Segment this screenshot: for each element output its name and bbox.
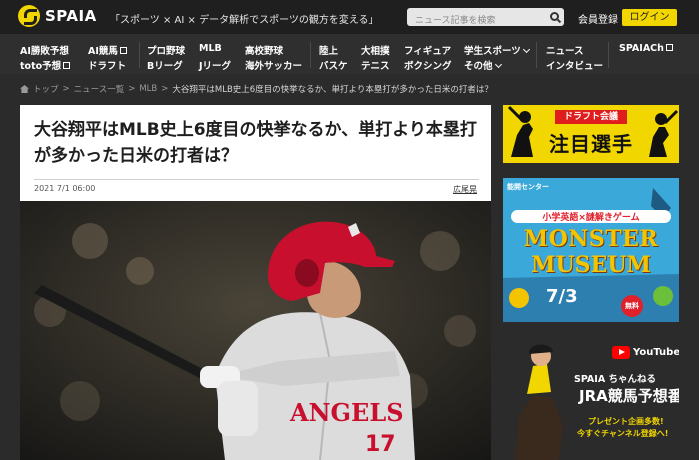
monster-museum-ad[interactable]: 能開センター 小学英語×謎解きゲーム MONSTER MUSEUM 7/3 無料 xyxy=(503,178,679,322)
nav-spaia-ch[interactable]: SPAIACh xyxy=(619,43,673,54)
baseball-player-illustration: ANGELS 17 xyxy=(20,201,491,460)
article-author[interactable]: 広尾晃 xyxy=(453,184,477,195)
search-input[interactable] xyxy=(407,12,547,30)
museum-title-line2: MUSEUM xyxy=(531,252,651,278)
nav-athletics[interactable]: 陸上 xyxy=(319,43,338,57)
nav-figure[interactable]: フィギュア xyxy=(404,43,451,57)
article-title: 大谷翔平はMLB史上6度目の快挙なるか、単打より本塁打が多かった日米の打者は？ xyxy=(34,120,477,166)
nav-high-school[interactable]: 高校野球 xyxy=(245,43,283,57)
youtube-icon xyxy=(612,346,630,359)
article-date: 2021 7/1 06:00 xyxy=(34,184,96,193)
nav-tennis[interactable]: テニス xyxy=(361,58,390,72)
nav-ai-prediction[interactable]: AI勝敗予想 xyxy=(20,43,69,57)
login-button[interactable]: ログイン xyxy=(622,9,677,26)
nav-mlb[interactable]: MLB xyxy=(199,43,222,54)
museum-date: 7/3 xyxy=(546,286,578,307)
nav-draft[interactable]: ドラフト xyxy=(88,58,126,72)
museum-title-line1: MONSTER xyxy=(523,226,659,252)
breadcrumb-separator: > xyxy=(62,84,70,94)
chevron-down-icon xyxy=(522,45,530,54)
nav-pro-baseball[interactable]: プロ野球 xyxy=(147,43,185,57)
nav-overseas-soccer[interactable]: 海外サッカー xyxy=(245,58,302,72)
breadcrumb-news-list[interactable]: ニュース一覧 xyxy=(74,83,125,95)
svg-text:ANGELS: ANGELS xyxy=(289,398,404,427)
external-link-icon xyxy=(119,47,127,54)
nav-divider xyxy=(310,42,311,68)
nav-divider xyxy=(536,42,537,68)
channel-note-1: プレゼント企画多数! xyxy=(588,417,664,426)
external-link-icon xyxy=(63,62,71,69)
article-photo: ANGELS 17 xyxy=(20,201,491,460)
nav-divider xyxy=(608,42,609,68)
member-register-link[interactable]: 会員登録 xyxy=(578,11,618,26)
nav-b-league[interactable]: Bリーグ xyxy=(147,58,183,72)
nav-ai-keiba[interactable]: AI競馬 xyxy=(88,43,127,57)
home-icon xyxy=(20,85,29,93)
nav-interview[interactable]: インタビュー xyxy=(546,58,603,72)
channel-title: JRA競馬予想番組! xyxy=(579,387,679,405)
search-icon[interactable] xyxy=(550,12,559,21)
nav-news[interactable]: ニュース xyxy=(546,43,584,57)
nav-student-sports[interactable]: 学生スポーツ xyxy=(464,43,530,57)
article-header: 大谷翔平はMLB史上6度目の快挙なるか、単打より本塁打が多かった日米の打者は？ … xyxy=(20,105,491,201)
nav-boxing[interactable]: ボクシング xyxy=(404,58,452,72)
youtube-label: YouTube xyxy=(633,347,679,358)
nav-toto[interactable]: toto予想 xyxy=(20,58,71,72)
nav-divider xyxy=(139,42,140,68)
svg-text:17: 17 xyxy=(365,432,396,457)
breadcrumb-category[interactable]: MLB xyxy=(139,84,157,94)
museum-free-badge: 無料 xyxy=(621,295,643,317)
nav-others[interactable]: その他 xyxy=(464,58,502,72)
nav-sumo[interactable]: 大相撲 xyxy=(361,43,390,57)
draft-ad-banner[interactable]: ドラフト会議 注目選手 xyxy=(503,105,679,163)
youtube-logo: YouTube xyxy=(612,346,679,359)
external-link-icon xyxy=(665,44,673,51)
search-box[interactable] xyxy=(407,8,564,30)
breadcrumb: トップ > ニュース一覧 > MLB > 大谷翔平はMLB史上6度目の快挙なるか… xyxy=(20,83,493,95)
jockey-illustration xyxy=(515,344,563,460)
spaia-channel-ad[interactable]: YouTube SPAIA ちゃんねる JRA競馬予想番組! プレゼント企画多数… xyxy=(503,336,679,460)
logo-text: SPAIA xyxy=(45,7,97,25)
site-header: SPAIA 「スポーツ × AI × データ解析でスポーツの観方を変える」 会員… xyxy=(0,0,699,34)
museum-subtitle: 小学英語×謎解きゲーム xyxy=(511,210,671,223)
spaia-logo-icon xyxy=(18,5,40,27)
draft-ad-title: 注目選手 xyxy=(549,132,633,156)
nav-basketball[interactable]: バスケ xyxy=(319,58,348,72)
channel-note-2: 今すぐチャンネル登録へ! xyxy=(577,429,669,438)
breadcrumb-separator: > xyxy=(128,84,136,94)
museum-brand: 能開センター xyxy=(507,183,549,191)
spaia-logo[interactable]: SPAIA xyxy=(18,5,97,27)
breadcrumb-home[interactable]: トップ xyxy=(33,83,59,95)
breadcrumb-separator: > xyxy=(161,84,169,94)
channel-name: SPAIA ちゃんねる xyxy=(574,374,656,385)
draft-ad-tag: ドラフト会議 xyxy=(555,110,627,124)
divider xyxy=(34,179,479,180)
nav-j-league[interactable]: Jリーグ xyxy=(199,58,231,72)
breadcrumb-current: 大谷翔平はMLB史上6度目の快挙なるか、単打より本塁打が多かった日米の打者は？ xyxy=(172,85,493,95)
site-tagline: 「スポーツ × AI × データ解析でスポーツの観方を変える」 xyxy=(110,15,379,26)
chevron-down-icon xyxy=(494,60,502,69)
